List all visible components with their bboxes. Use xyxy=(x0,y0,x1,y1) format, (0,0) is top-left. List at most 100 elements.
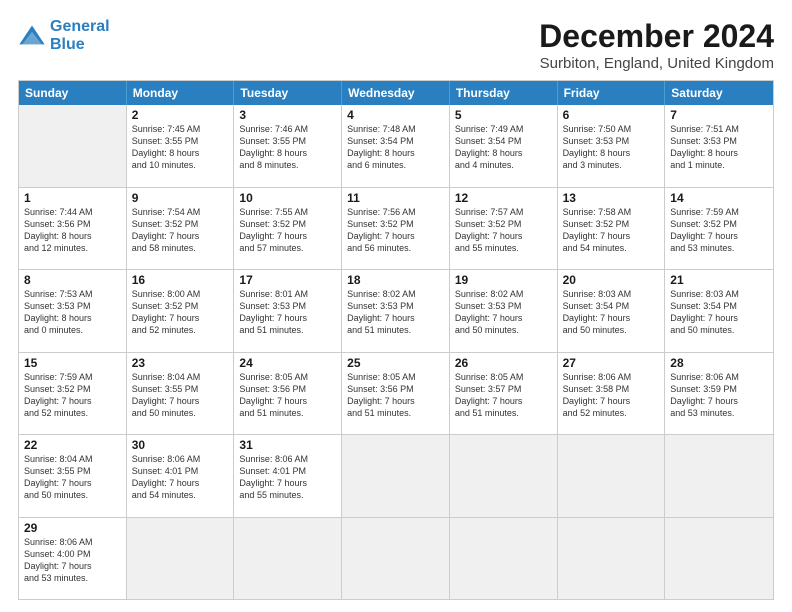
day-info: Sunrise: 8:03 AM Sunset: 3:54 PM Dayligh… xyxy=(563,288,660,337)
day-info: Sunrise: 8:06 AM Sunset: 4:00 PM Dayligh… xyxy=(24,536,121,585)
day-number: 24 xyxy=(239,356,336,370)
calendar-cell: 30Sunrise: 8:06 AM Sunset: 4:01 PM Dayli… xyxy=(127,435,235,517)
calendar-cell: 12Sunrise: 7:57 AM Sunset: 3:52 PM Dayli… xyxy=(450,188,558,270)
day-info: Sunrise: 7:58 AM Sunset: 3:52 PM Dayligh… xyxy=(563,206,660,255)
day-number: 22 xyxy=(24,438,121,452)
day-number: 23 xyxy=(132,356,229,370)
calendar-cell: 8Sunrise: 7:53 AM Sunset: 3:53 PM Daylig… xyxy=(19,270,127,352)
day-info: Sunrise: 7:55 AM Sunset: 3:52 PM Dayligh… xyxy=(239,206,336,255)
header-day-saturday: Saturday xyxy=(665,81,773,105)
day-info: Sunrise: 7:46 AM Sunset: 3:55 PM Dayligh… xyxy=(239,123,336,172)
day-info: Sunrise: 7:59 AM Sunset: 3:52 PM Dayligh… xyxy=(670,206,768,255)
day-info: Sunrise: 8:06 AM Sunset: 4:01 PM Dayligh… xyxy=(132,453,229,502)
calendar-cell: 17Sunrise: 8:01 AM Sunset: 3:53 PM Dayli… xyxy=(234,270,342,352)
calendar-body: 2Sunrise: 7:45 AM Sunset: 3:55 PM Daylig… xyxy=(19,105,773,599)
day-number: 6 xyxy=(563,108,660,122)
day-info: Sunrise: 7:53 AM Sunset: 3:53 PM Dayligh… xyxy=(24,288,121,337)
header-day-monday: Monday xyxy=(127,81,235,105)
day-info: Sunrise: 8:02 AM Sunset: 3:53 PM Dayligh… xyxy=(455,288,552,337)
day-info: Sunrise: 7:49 AM Sunset: 3:54 PM Dayligh… xyxy=(455,123,552,172)
day-number: 10 xyxy=(239,191,336,205)
calendar-cell: 24Sunrise: 8:05 AM Sunset: 3:56 PM Dayli… xyxy=(234,353,342,435)
day-info: Sunrise: 8:05 AM Sunset: 3:56 PM Dayligh… xyxy=(347,371,444,420)
day-info: Sunrise: 8:04 AM Sunset: 3:55 PM Dayligh… xyxy=(24,453,121,502)
day-info: Sunrise: 8:05 AM Sunset: 3:56 PM Dayligh… xyxy=(239,371,336,420)
day-number: 9 xyxy=(132,191,229,205)
calendar-cell xyxy=(234,518,342,600)
main-title: December 2024 xyxy=(539,18,774,55)
calendar-row: 2Sunrise: 7:45 AM Sunset: 3:55 PM Daylig… xyxy=(19,105,773,187)
calendar-cell: 19Sunrise: 8:02 AM Sunset: 3:53 PM Dayli… xyxy=(450,270,558,352)
day-number: 26 xyxy=(455,356,552,370)
calendar-cell: 10Sunrise: 7:55 AM Sunset: 3:52 PM Dayli… xyxy=(234,188,342,270)
calendar-cell xyxy=(665,518,773,600)
calendar-cell: 23Sunrise: 8:04 AM Sunset: 3:55 PM Dayli… xyxy=(127,353,235,435)
day-number: 27 xyxy=(563,356,660,370)
calendar-cell: 22Sunrise: 8:04 AM Sunset: 3:55 PM Dayli… xyxy=(19,435,127,517)
day-number: 30 xyxy=(132,438,229,452)
day-info: Sunrise: 7:54 AM Sunset: 3:52 PM Dayligh… xyxy=(132,206,229,255)
calendar-cell xyxy=(558,435,666,517)
calendar-cell: 29Sunrise: 8:06 AM Sunset: 4:00 PM Dayli… xyxy=(19,518,127,600)
calendar-cell xyxy=(19,105,127,187)
calendar-row: 8Sunrise: 7:53 AM Sunset: 3:53 PM Daylig… xyxy=(19,269,773,352)
day-number: 7 xyxy=(670,108,768,122)
calendar-cell: 26Sunrise: 8:05 AM Sunset: 3:57 PM Dayli… xyxy=(450,353,558,435)
day-number: 16 xyxy=(132,273,229,287)
day-info: Sunrise: 8:06 AM Sunset: 3:59 PM Dayligh… xyxy=(670,371,768,420)
calendar-cell xyxy=(558,518,666,600)
day-info: Sunrise: 7:44 AM Sunset: 3:56 PM Dayligh… xyxy=(24,206,121,255)
day-number: 15 xyxy=(24,356,121,370)
calendar-row: 1Sunrise: 7:44 AM Sunset: 3:56 PM Daylig… xyxy=(19,187,773,270)
calendar-row: 29Sunrise: 8:06 AM Sunset: 4:00 PM Dayli… xyxy=(19,517,773,600)
calendar-cell: 7Sunrise: 7:51 AM Sunset: 3:53 PM Daylig… xyxy=(665,105,773,187)
day-number: 8 xyxy=(24,273,121,287)
day-info: Sunrise: 7:50 AM Sunset: 3:53 PM Dayligh… xyxy=(563,123,660,172)
calendar-cell: 21Sunrise: 8:03 AM Sunset: 3:54 PM Dayli… xyxy=(665,270,773,352)
header-day-thursday: Thursday xyxy=(450,81,558,105)
day-info: Sunrise: 7:57 AM Sunset: 3:52 PM Dayligh… xyxy=(455,206,552,255)
day-number: 20 xyxy=(563,273,660,287)
day-number: 2 xyxy=(132,108,229,122)
day-info: Sunrise: 8:05 AM Sunset: 3:57 PM Dayligh… xyxy=(455,371,552,420)
day-info: Sunrise: 8:06 AM Sunset: 4:01 PM Dayligh… xyxy=(239,453,336,502)
day-info: Sunrise: 8:06 AM Sunset: 3:58 PM Dayligh… xyxy=(563,371,660,420)
day-number: 18 xyxy=(347,273,444,287)
day-number: 21 xyxy=(670,273,768,287)
day-number: 19 xyxy=(455,273,552,287)
calendar-cell xyxy=(450,435,558,517)
header-day-tuesday: Tuesday xyxy=(234,81,342,105)
header-day-friday: Friday xyxy=(558,81,666,105)
calendar-cell: 1Sunrise: 7:44 AM Sunset: 3:56 PM Daylig… xyxy=(19,188,127,270)
day-number: 17 xyxy=(239,273,336,287)
day-number: 28 xyxy=(670,356,768,370)
title-block: December 2024 Surbiton, England, United … xyxy=(539,18,774,72)
calendar-cell: 2Sunrise: 7:45 AM Sunset: 3:55 PM Daylig… xyxy=(127,105,235,187)
day-info: Sunrise: 8:00 AM Sunset: 3:52 PM Dayligh… xyxy=(132,288,229,337)
day-info: Sunrise: 8:02 AM Sunset: 3:53 PM Dayligh… xyxy=(347,288,444,337)
day-info: Sunrise: 7:51 AM Sunset: 3:53 PM Dayligh… xyxy=(670,123,768,172)
day-number: 11 xyxy=(347,191,444,205)
day-info: Sunrise: 8:04 AM Sunset: 3:55 PM Dayligh… xyxy=(132,371,229,420)
calendar-cell: 25Sunrise: 8:05 AM Sunset: 3:56 PM Dayli… xyxy=(342,353,450,435)
day-info: Sunrise: 8:01 AM Sunset: 3:53 PM Dayligh… xyxy=(239,288,336,337)
logo-text: General Blue xyxy=(50,18,110,53)
calendar-cell: 4Sunrise: 7:48 AM Sunset: 3:54 PM Daylig… xyxy=(342,105,450,187)
day-info: Sunrise: 7:48 AM Sunset: 3:54 PM Dayligh… xyxy=(347,123,444,172)
calendar-cell: 27Sunrise: 8:06 AM Sunset: 3:58 PM Dayli… xyxy=(558,353,666,435)
calendar: SundayMondayTuesdayWednesdayThursdayFrid… xyxy=(18,80,774,600)
calendar-cell xyxy=(450,518,558,600)
calendar-cell xyxy=(127,518,235,600)
day-number: 1 xyxy=(24,191,121,205)
calendar-cell: 31Sunrise: 8:06 AM Sunset: 4:01 PM Dayli… xyxy=(234,435,342,517)
logo-line1: General xyxy=(50,18,110,35)
day-info: Sunrise: 7:59 AM Sunset: 3:52 PM Dayligh… xyxy=(24,371,121,420)
day-number: 31 xyxy=(239,438,336,452)
calendar-cell xyxy=(342,518,450,600)
calendar-cell: 13Sunrise: 7:58 AM Sunset: 3:52 PM Dayli… xyxy=(558,188,666,270)
calendar-cell: 14Sunrise: 7:59 AM Sunset: 3:52 PM Dayli… xyxy=(665,188,773,270)
day-number: 5 xyxy=(455,108,552,122)
day-number: 4 xyxy=(347,108,444,122)
calendar-cell xyxy=(342,435,450,517)
calendar-cell: 18Sunrise: 8:02 AM Sunset: 3:53 PM Dayli… xyxy=(342,270,450,352)
